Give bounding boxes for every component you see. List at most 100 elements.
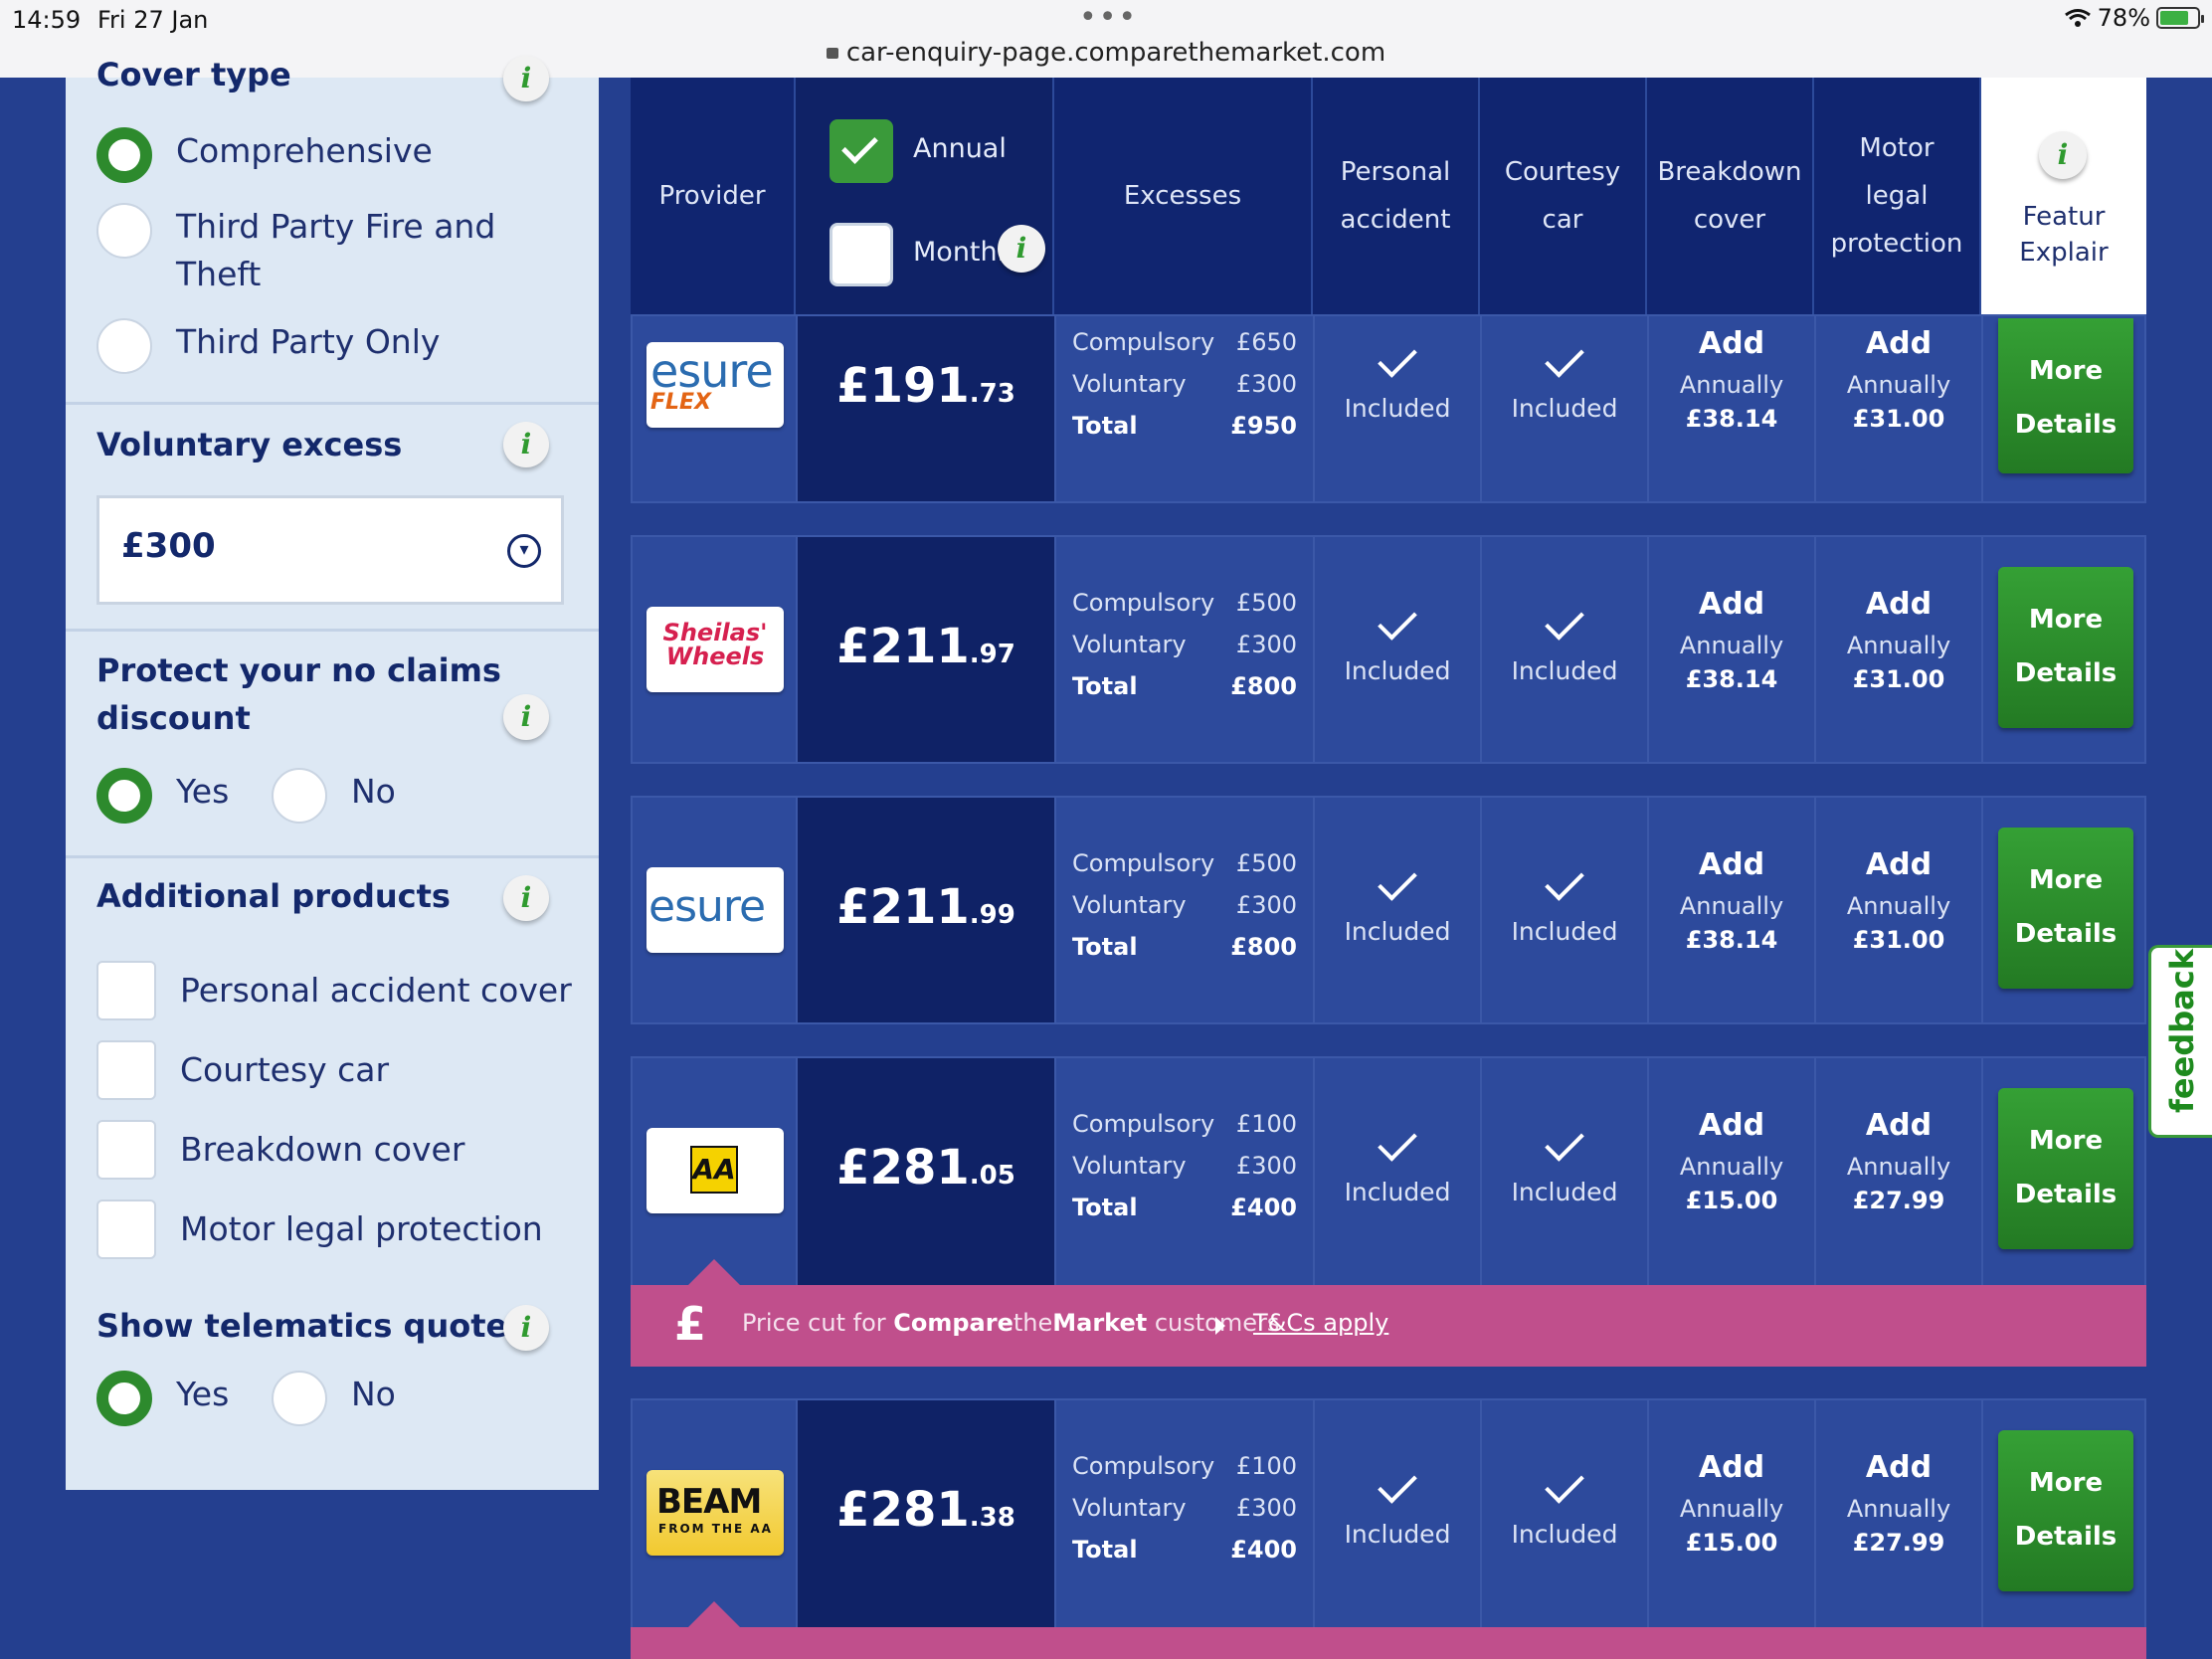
radio-no-claims-no[interactable] (272, 768, 327, 824)
check-icon (1545, 338, 1584, 378)
legal-cell[interactable]: Add Annually £31.00 (1816, 316, 1983, 501)
telematics-yes-label: Yes (176, 1375, 230, 1413)
check-icon (1378, 601, 1417, 641)
addon-label: Breakdown cover (180, 1130, 465, 1169)
cover-option-tpo[interactable]: Third Party Only (96, 318, 440, 374)
provider-logo-beam[interactable]: BEAM FROM THE AA (646, 1470, 784, 1556)
telematics-no[interactable]: No (272, 1371, 396, 1426)
feature-info-icon[interactable]: i (2039, 131, 2087, 179)
quote-row: esure £211.99 Compulsory £500 Voluntary £3… (631, 796, 2146, 1024)
feedback-tab[interactable]: feedback (2148, 945, 2212, 1138)
banner-text: Price cut for ComparetheMarket customers (742, 1309, 1280, 1337)
quote-row: AA £281.05 Compulsory £100 Voluntary £300 … (631, 1056, 2146, 1287)
breakdown-cell[interactable]: Add Annually £15.00 (1649, 1400, 1816, 1627)
addon-legal[interactable]: Motor legal protection (96, 1199, 543, 1259)
personal-accident-cell: Included (1315, 537, 1482, 762)
legal-cell[interactable]: Add Annually £31.00 (1816, 798, 1983, 1022)
more-details-button[interactable]: More Details (1998, 1088, 2133, 1249)
provider-logo-aa[interactable]: AA (646, 1128, 784, 1213)
radio-telematics-no[interactable] (272, 1371, 327, 1426)
addon-personal-accident[interactable]: Personal accident cover (96, 961, 572, 1020)
no-claims-no-label: No (351, 772, 396, 811)
divider (66, 629, 599, 632)
price-cell: £281.38 (798, 1400, 1056, 1627)
telematics-no-label: No (351, 1375, 396, 1413)
price: £191.73 (836, 358, 1015, 414)
provider-logo-esure[interactable]: esure (646, 867, 784, 953)
voluntary-excess-info-icon[interactable]: i (503, 422, 549, 467)
price-cut-banner[interactable]: £ Price cut for ComparetheMarket custome… (631, 1259, 2146, 1367)
monthly-info-icon[interactable]: i (998, 225, 1045, 273)
more-details-button[interactable]: More Details (1998, 567, 2133, 728)
telematics-info-icon[interactable]: i (503, 1305, 549, 1351)
results-table: Provider Annual Monthly i Excesses Perso… (631, 78, 2146, 1659)
more-dots-icon[interactable]: ••• (1079, 0, 1138, 35)
legal-cell[interactable]: Add Annually £27.99 (1816, 1400, 1983, 1627)
addon-courtesy-car[interactable]: Courtesy car (96, 1040, 389, 1100)
cover-option-tpft[interactable]: Third Party Fire and Theft (96, 203, 495, 298)
legal-cell[interactable]: Add Annually £31.00 (1816, 537, 1983, 762)
radio-tpft[interactable] (96, 203, 152, 259)
no-claims-no[interactable]: No (272, 768, 396, 824)
breakdown-cell[interactable]: Add Annually £15.00 (1649, 1058, 1816, 1285)
telematics-title: Show telematics quotes (96, 1307, 527, 1345)
banner-pointer (688, 1259, 740, 1285)
breakdown-cell[interactable]: Add Annually £38.14 (1649, 537, 1816, 762)
header-breakdown-cover: Breakdown cover (1647, 78, 1814, 314)
checkbox-legal[interactable] (96, 1199, 156, 1259)
check-icon (1545, 601, 1584, 641)
annual-checkbox[interactable] (830, 119, 893, 183)
addon-breakdown[interactable]: Breakdown cover (96, 1120, 464, 1180)
header-excesses: Excesses (1054, 78, 1313, 314)
price-cut-banner[interactable] (631, 1601, 2146, 1659)
pound-icon: £ (674, 1297, 707, 1351)
radio-tpo[interactable] (96, 318, 152, 374)
additional-products-title: Additional products (96, 877, 451, 915)
header-personal-accident: Personal accident (1313, 78, 1480, 314)
radio-comprehensive[interactable] (96, 127, 152, 183)
courtesy-car-cell: Included (1482, 1058, 1649, 1285)
tcs-link[interactable]: T&Cs apply (1253, 1309, 1388, 1337)
radio-telematics-yes[interactable] (96, 1371, 152, 1426)
monthly-checkbox[interactable] (830, 223, 893, 286)
price-cell: £191.73 (798, 316, 1056, 501)
battery-percent: 78% (2097, 4, 2150, 32)
filter-panel: Cover type i Comprehensive Third Party F… (66, 56, 599, 1490)
provider-logo-sheilas-wheels[interactable]: Sheilas' Wheels (646, 607, 784, 692)
personal-accident-cell: Included (1315, 798, 1482, 1022)
divider (66, 855, 599, 858)
header-courtesy-car: Courtesy car (1480, 78, 1647, 314)
address-bar[interactable]: car-enquiry-page.comparethemarket.com (0, 38, 2212, 68)
check-icon (1378, 861, 1417, 901)
checkbox-courtesy-car[interactable] (96, 1040, 156, 1100)
header-feature-explainer[interactable]: Featur Explair (1981, 78, 2146, 314)
cover-option-comprehensive[interactable]: Comprehensive (96, 127, 433, 183)
cover-option-label: Comprehensive (176, 131, 433, 170)
voluntary-excess-select[interactable]: £300 ▾ (96, 495, 564, 605)
no-claims-info-icon[interactable]: i (503, 694, 549, 740)
cover-option-label: Third Party Only (176, 322, 441, 361)
cover-type-title: Cover type (96, 56, 291, 93)
courtesy-car-cell: Included (1482, 798, 1649, 1022)
personal-accident-cell: Included (1315, 1058, 1482, 1285)
breakdown-cell[interactable]: Add Annually £38.14 (1649, 798, 1816, 1022)
feedback-label: feedback (2163, 949, 2201, 1113)
breakdown-cell[interactable]: Add Annually £38.14 (1649, 316, 1816, 501)
telematics-yes[interactable]: Yes (96, 1371, 229, 1426)
cover-type-info-icon[interactable]: i (503, 56, 549, 101)
radio-no-claims-yes[interactable] (96, 768, 152, 824)
provider-logo-esure-flex[interactable]: esure FLEX (646, 342, 784, 428)
checkbox-personal-accident[interactable] (96, 961, 156, 1020)
check-icon (1545, 861, 1584, 901)
check-icon (1378, 338, 1417, 378)
more-details-button[interactable]: More Details (1998, 828, 2133, 989)
divider (66, 402, 599, 405)
additional-products-info-icon[interactable]: i (503, 875, 549, 921)
more-details-button[interactable]: More Details (1998, 318, 2133, 473)
more-details-button[interactable]: More Details (1998, 1430, 2133, 1591)
check-icon (1378, 1122, 1417, 1162)
provider-cell: esure FLEX (633, 316, 798, 501)
legal-cell[interactable]: Add Annually £27.99 (1816, 1058, 1983, 1285)
no-claims-yes[interactable]: Yes (96, 768, 229, 824)
checkbox-breakdown[interactable] (96, 1120, 156, 1180)
